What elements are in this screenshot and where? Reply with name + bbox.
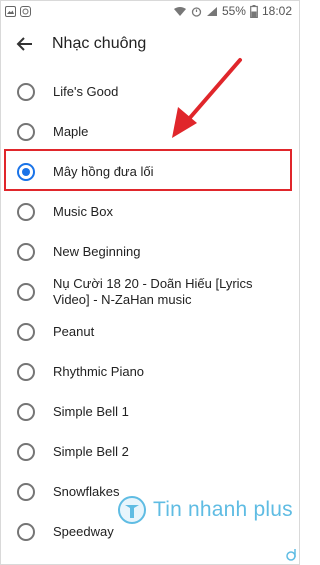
status-bar: 55% 18:02: [0, 0, 300, 22]
ringtone-label: Simple Bell 1: [53, 404, 129, 419]
alarm-icon: [191, 6, 202, 17]
radio-button[interactable]: [17, 363, 35, 381]
radio-button[interactable]: [17, 123, 35, 141]
watermark: Tin nhanh plus: [117, 495, 293, 525]
ringtone-item[interactable]: Nụ Cười 18 20 - Doãn Hiếu [Lyrics Video]…: [0, 274, 300, 310]
back-arrow-icon: [16, 37, 32, 51]
corner-logo-icon: [286, 549, 296, 561]
radio-button[interactable]: [17, 443, 35, 461]
ringtone-item[interactable]: Life's Good: [0, 74, 300, 110]
ringtone-label: Life's Good: [53, 84, 119, 99]
battery-percent: 55%: [221, 4, 246, 18]
ringtone-item[interactable]: New Beginning: [0, 234, 300, 270]
ringtone-item[interactable]: Music Box: [0, 194, 300, 230]
ringtone-label: Music Box: [53, 204, 113, 219]
ringtone-label: Rhythmic Piano: [53, 364, 145, 379]
highlight-box: [4, 149, 292, 191]
battery-icon: [250, 4, 258, 18]
radio-button[interactable]: [17, 403, 35, 421]
radio-button[interactable]: [17, 523, 35, 541]
radio-button[interactable]: [17, 283, 35, 301]
gallery-icon: [5, 5, 16, 17]
back-button[interactable]: [2, 22, 46, 66]
radio-button[interactable]: [17, 203, 35, 221]
wifi-icon: [173, 6, 186, 16]
ringtone-label: Speedway: [53, 524, 114, 539]
clock-time: 18:02: [261, 4, 292, 18]
radio-button[interactable]: [17, 323, 35, 341]
ringtone-label: Nụ Cười 18 20 - Doãn Hiếu [Lyrics Video]…: [53, 276, 253, 307]
ringtone-item[interactable]: Peanut: [0, 314, 300, 350]
ringtone-item[interactable]: Maple: [0, 114, 300, 150]
watermark-logo-icon: [118, 496, 146, 524]
ringtone-label: Peanut: [53, 324, 95, 339]
app-header: Nhạc chuông: [0, 22, 300, 66]
ringtone-label: Simple Bell 2: [53, 444, 129, 459]
radio-button[interactable]: [17, 483, 35, 501]
ringtone-label: New Beginning: [53, 244, 141, 259]
page-title: Nhạc chuông: [52, 35, 147, 52]
radio-button[interactable]: [17, 243, 35, 261]
ringtone-item[interactable]: Simple Bell 2: [0, 434, 300, 470]
signal-icon: [206, 6, 217, 16]
ringtone-label: Maple: [53, 124, 89, 139]
ringtone-item[interactable]: Simple Bell 1: [0, 394, 300, 430]
radio-button[interactable]: [17, 83, 35, 101]
messenger-notification-icon: [20, 5, 31, 17]
watermark-text: Tin nhanh plus: [153, 498, 293, 521]
ringtone-item[interactable]: Rhythmic Piano: [0, 354, 300, 390]
